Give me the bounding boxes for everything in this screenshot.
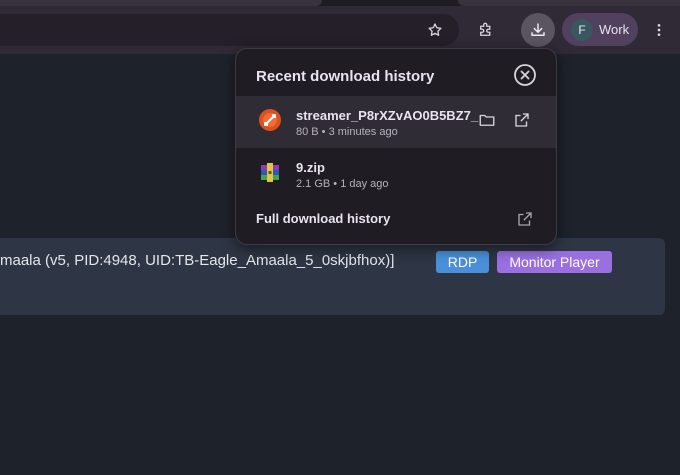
extensions-button[interactable]	[470, 14, 502, 46]
archive-icon	[258, 160, 282, 184]
open-external-icon	[518, 212, 532, 226]
folder-icon	[479, 114, 495, 126]
panel-title: Recent download history	[256, 68, 435, 85]
close-icon	[514, 64, 536, 86]
file-name: 9.zip	[296, 160, 325, 175]
file-meta: 2.1 GB • 1 day ago	[296, 178, 389, 190]
monitor-player-button[interactable]: Monitor Player	[497, 251, 612, 273]
browser-menu-button[interactable]	[643, 14, 675, 46]
session-card	[0, 238, 665, 315]
download-item[interactable]: streamer_P8rXZvAO0B5BZ7_ 80 B • 3 minute…	[236, 96, 556, 148]
open-history-button[interactable]	[513, 207, 537, 231]
session-info: maala (v5, PID:4948, UID:TB-Eagle_Amaala…	[0, 252, 395, 269]
download-item[interactable]: 9.zip 2.1 GB • 1 day ago	[236, 148, 556, 200]
profile-button[interactable]: F Work	[562, 13, 638, 46]
star-icon	[428, 23, 442, 36]
bookmark-star-button[interactable]	[419, 14, 451, 46]
rdp-button[interactable]: RDP	[436, 251, 489, 273]
show-in-folder-button[interactable]	[475, 108, 499, 132]
remote-desktop-icon	[258, 108, 282, 132]
file-name: streamer_P8rXZvAO0B5BZ7_	[296, 108, 479, 123]
download-icon	[531, 23, 545, 36]
avatar: F	[571, 18, 593, 41]
puzzle-icon	[480, 22, 491, 36]
close-button[interactable]	[513, 63, 537, 87]
file-meta: 80 B • 3 minutes ago	[296, 126, 398, 138]
profile-label: Work	[599, 22, 630, 37]
browser-toolbar: F Work	[0, 6, 680, 54]
open-external-icon	[515, 113, 529, 127]
kebab-menu-icon	[657, 24, 661, 36]
open-file-button[interactable]	[510, 108, 534, 132]
downloads-bubble: Recent download history streamer_P8rXZvA…	[235, 48, 557, 245]
full-download-history-link[interactable]: Full download history	[256, 211, 390, 226]
address-bar[interactable]	[0, 14, 459, 46]
downloads-button[interactable]	[521, 13, 555, 47]
